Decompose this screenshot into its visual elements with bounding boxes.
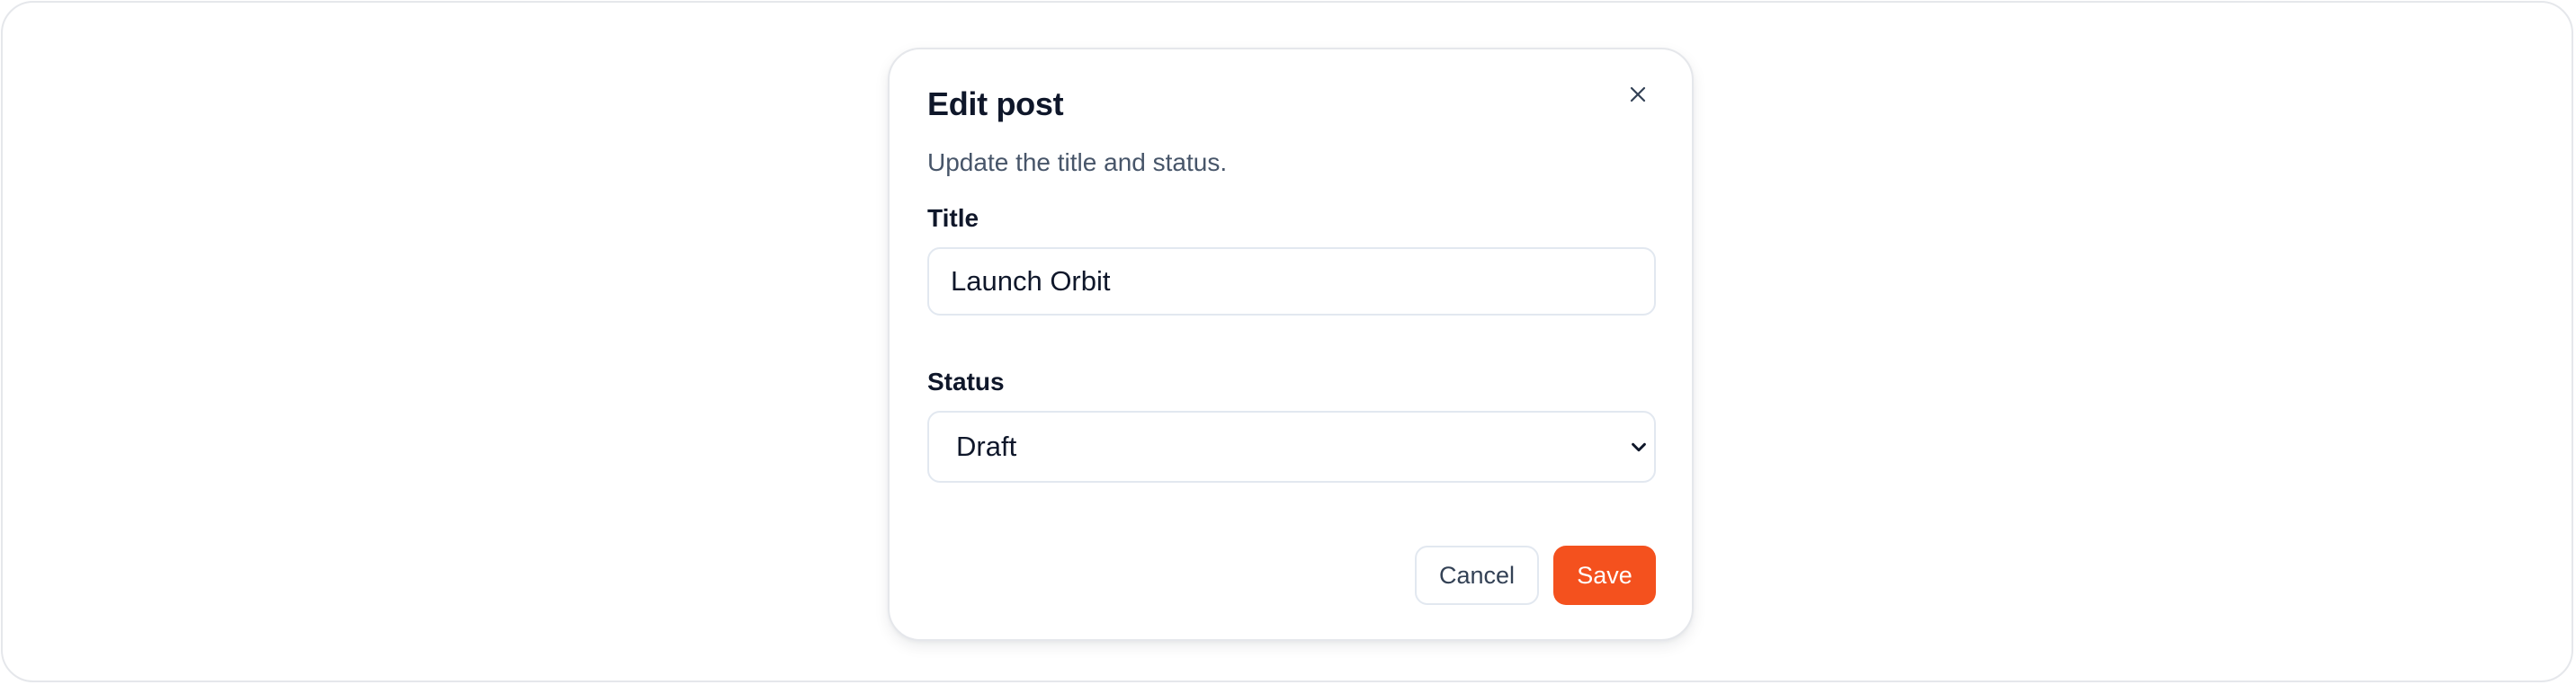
status-label: Status (927, 368, 1005, 396)
cancel-button[interactable]: Cancel (1415, 546, 1539, 605)
title-input[interactable] (927, 247, 1656, 316)
status-selected-value: Draft (956, 431, 1017, 462)
status-select[interactable]: Draft (927, 411, 1656, 483)
app-frame: Edit post Update the title and status. T… (1, 1, 2573, 682)
dialog-title: Edit post (927, 85, 1064, 122)
save-button[interactable]: Save (1553, 546, 1656, 605)
chevron-down-icon (1632, 442, 1646, 452)
close-icon (1630, 86, 1646, 102)
close-button[interactable] (1618, 75, 1658, 114)
title-label: Title (927, 204, 979, 232)
edit-post-dialog: Edit post Update the title and status. T… (888, 48, 1694, 641)
dialog-description: Update the title and status. (927, 148, 1228, 176)
